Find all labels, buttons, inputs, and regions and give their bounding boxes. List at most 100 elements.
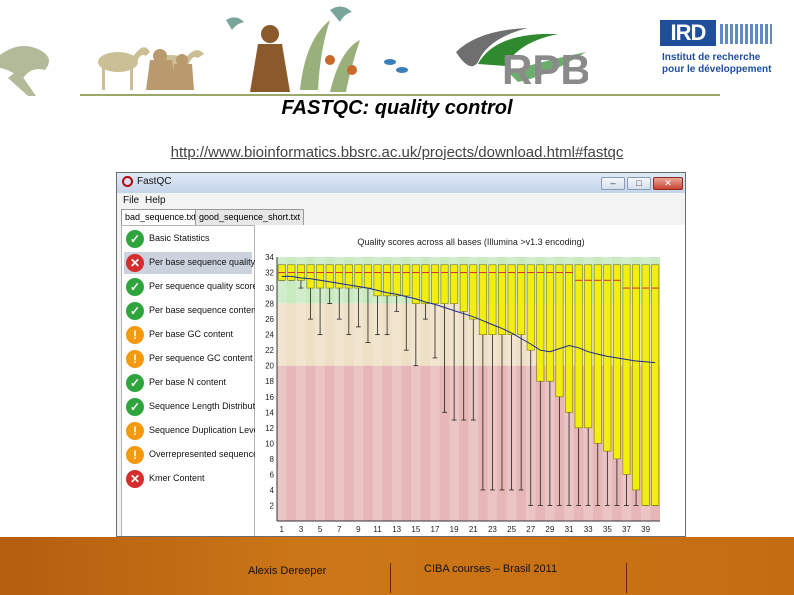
window-titlebar[interactable]: FastQC – □ ✕: [117, 173, 685, 193]
box: [651, 264, 660, 506]
box: [545, 264, 554, 382]
box: [306, 264, 315, 289]
fastqc-download-link[interactable]: http://www.bioinformatics.bbsrc.ac.uk/pr…: [0, 144, 794, 161]
box: [402, 264, 411, 297]
box: [431, 264, 439, 304]
minimize-button[interactable]: –: [601, 177, 625, 190]
footer-divider: [390, 563, 391, 593]
module-item[interactable]: ! Overrepresented sequences: [124, 444, 263, 466]
y-tick-label: 16: [265, 393, 274, 402]
box: [354, 264, 363, 289]
box: [440, 264, 449, 304]
rpb-logo-text: RPB: [502, 46, 588, 92]
footer-course: CIBA courses – Brasil 2011: [424, 563, 558, 575]
cross-icon: ✕: [126, 254, 144, 272]
exclamation-icon: !: [126, 422, 144, 440]
module-item[interactable]: ✓ Per base N content: [124, 372, 252, 394]
module-item[interactable]: ! Per sequence GC content: [124, 348, 253, 370]
column-stripe: [296, 257, 306, 521]
box: [421, 264, 430, 304]
y-tick-label: 20: [265, 362, 274, 371]
box: [517, 264, 526, 335]
rpb-logo: RPB: [448, 22, 591, 93]
module-item[interactable]: ! Sequence Duplication Levels: [124, 420, 265, 442]
tab-good-sequence-short[interactable]: good_sequence_short.txt: [195, 209, 305, 225]
exclamation-icon: !: [126, 350, 144, 368]
module-item[interactable]: ✓ Per sequence quality scores: [124, 276, 262, 298]
box: [383, 264, 392, 297]
box: [526, 264, 535, 351]
box: [325, 264, 334, 289]
module-item[interactable]: ✕ Kmer Content: [124, 468, 252, 490]
ird-logo: IRD Institut de recherche pour le dévelo…: [660, 20, 775, 82]
box: [498, 264, 506, 335]
box: [555, 264, 564, 398]
x-tick-label: 13: [392, 525, 401, 534]
check-icon: ✓: [126, 278, 144, 296]
x-tick-label: 15: [411, 525, 420, 534]
box: [507, 264, 516, 335]
x-tick-label: 37: [622, 525, 631, 534]
module-item[interactable]: ! Per base GC content: [124, 324, 252, 346]
tab-bad-sequence[interactable]: bad_sequence.txt: [121, 209, 201, 225]
check-icon: ✓: [126, 302, 144, 320]
module-label: Basic Statistics: [149, 233, 210, 243]
y-tick-label: 6: [270, 470, 275, 479]
box: [459, 264, 468, 312]
menubar: File Help: [117, 193, 685, 209]
y-tick-label: 18: [265, 377, 274, 386]
x-tick-label: 19: [450, 525, 459, 534]
y-tick-label: 34: [265, 253, 274, 262]
exclamation-icon: !: [126, 326, 144, 344]
cross-icon: ✕: [126, 470, 144, 488]
y-tick-label: 12: [265, 424, 274, 433]
chart-canvas: Quality scores across all bases (Illumin…: [265, 237, 660, 534]
x-tick-label: 27: [526, 525, 535, 534]
x-tick-label: 21: [469, 525, 478, 534]
module-label: Per base sequence content: [149, 305, 259, 315]
box: [364, 264, 372, 289]
ird-tagline-line2: pour le développement: [662, 64, 772, 75]
x-tick-label: 17: [431, 525, 440, 534]
x-tick-label: 33: [584, 525, 593, 534]
box: [632, 264, 641, 491]
footer-divider: [626, 563, 627, 593]
module-label: Sequence Duplication Levels: [149, 425, 266, 435]
x-tick-label: 29: [545, 525, 554, 534]
y-tick-label: 8: [270, 455, 275, 464]
y-tick-label: 28: [265, 300, 274, 309]
y-tick-label: 22: [265, 346, 274, 355]
menu-help[interactable]: Help: [145, 195, 166, 206]
module-label: Sequence Length Distribution: [149, 401, 268, 411]
module-list: ✓ Basic Statistics ✕ Per base sequence qual…: [121, 225, 267, 536]
check-icon: ✓: [126, 374, 144, 392]
ird-tagline-line1: Institut de recherche: [662, 52, 761, 63]
x-tick-label: 5: [318, 525, 323, 534]
x-tick-label: 11: [373, 525, 382, 534]
box: [584, 264, 593, 429]
module-item[interactable]: ✓ Sequence Length Distribution: [124, 396, 267, 418]
x-tick-label: 39: [641, 525, 650, 534]
module-item[interactable]: ✕ Per base sequence quality: [124, 252, 255, 274]
box: [565, 264, 573, 413]
module-label: Per base GC content: [149, 329, 234, 339]
chart-title: Quality scores across all bases (Illumin…: [357, 237, 584, 247]
x-tick-label: 9: [356, 525, 361, 534]
fastqc-window: FastQC – □ ✕ File Help bad_sequence.txt …: [116, 172, 686, 537]
menu-file[interactable]: File: [123, 195, 139, 206]
y-tick-label: 30: [265, 284, 274, 293]
close-button[interactable]: ✕: [653, 177, 683, 190]
exclamation-icon: !: [126, 446, 144, 464]
y-tick-label: 2: [270, 501, 275, 510]
module-item[interactable]: ✓ Per base sequence content: [124, 300, 259, 322]
fastqc-app-icon: [122, 176, 133, 187]
footer-author: Alexis Dereeper: [248, 565, 327, 577]
module-label: Per sequence quality scores: [149, 281, 263, 291]
y-tick-label: 32: [265, 269, 274, 278]
module-item[interactable]: ✓ Basic Statistics: [124, 228, 252, 250]
x-tick-label: 31: [565, 525, 574, 534]
y-tick-label: 14: [265, 408, 274, 417]
maximize-button[interactable]: □: [627, 177, 651, 190]
x-tick-label: 23: [488, 525, 497, 534]
box: [612, 264, 621, 460]
